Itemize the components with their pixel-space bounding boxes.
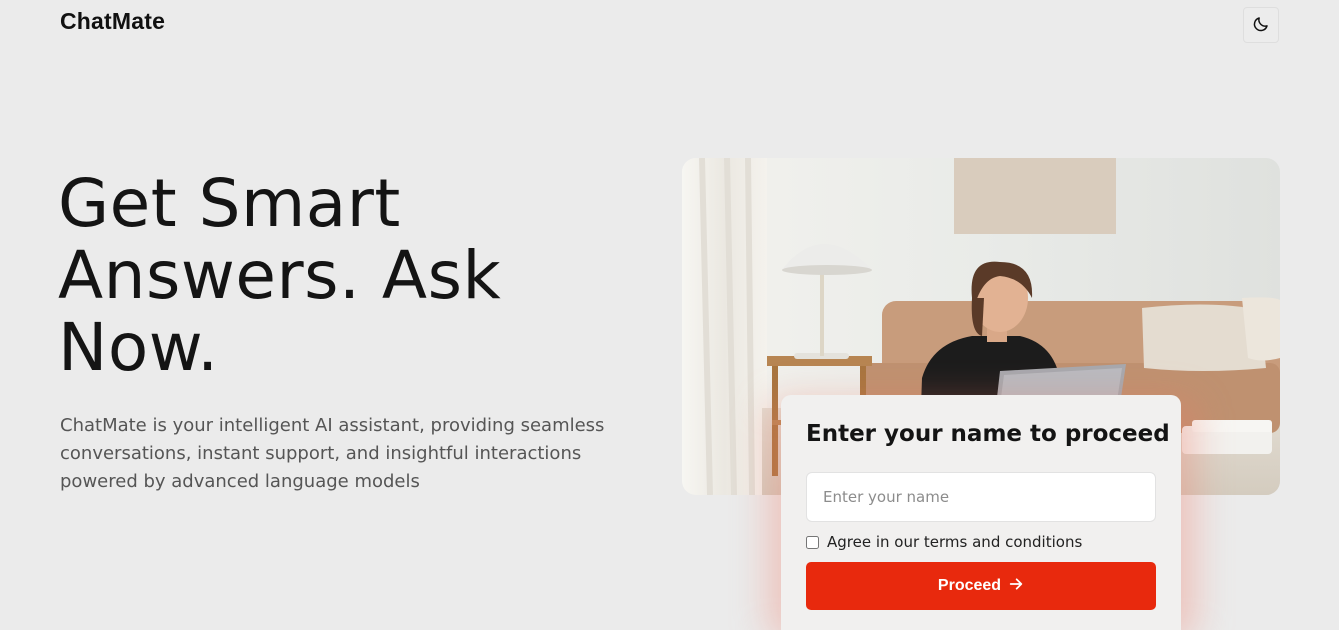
agree-terms-label[interactable]: Agree in our terms and conditions xyxy=(827,533,1082,551)
proceed-button[interactable]: Proceed xyxy=(806,562,1156,610)
arrow-right-icon xyxy=(1008,576,1024,597)
hero-description: ChatMate is your intelligent AI assistan… xyxy=(60,415,605,492)
theme-toggle-button[interactable] xyxy=(1243,7,1279,43)
moon-icon xyxy=(1252,15,1270,36)
name-input[interactable] xyxy=(806,472,1156,522)
name-form-card: Enter your name to proceed Agree in our … xyxy=(781,395,1181,630)
proceed-label: Proceed xyxy=(937,577,1002,594)
form-title: Enter your name to proceed xyxy=(806,421,1170,447)
brand-logo[interactable]: ChatMate xyxy=(60,8,165,35)
landing-page: ChatMate Get Smart Answers. Ask Now. Cha… xyxy=(0,0,1339,630)
agree-terms-row[interactable]: Agree in our terms and conditions xyxy=(806,533,1082,551)
hero-title: Get Smart Answers. Ask Now. xyxy=(58,165,502,386)
agree-terms-checkbox[interactable] xyxy=(806,535,819,549)
